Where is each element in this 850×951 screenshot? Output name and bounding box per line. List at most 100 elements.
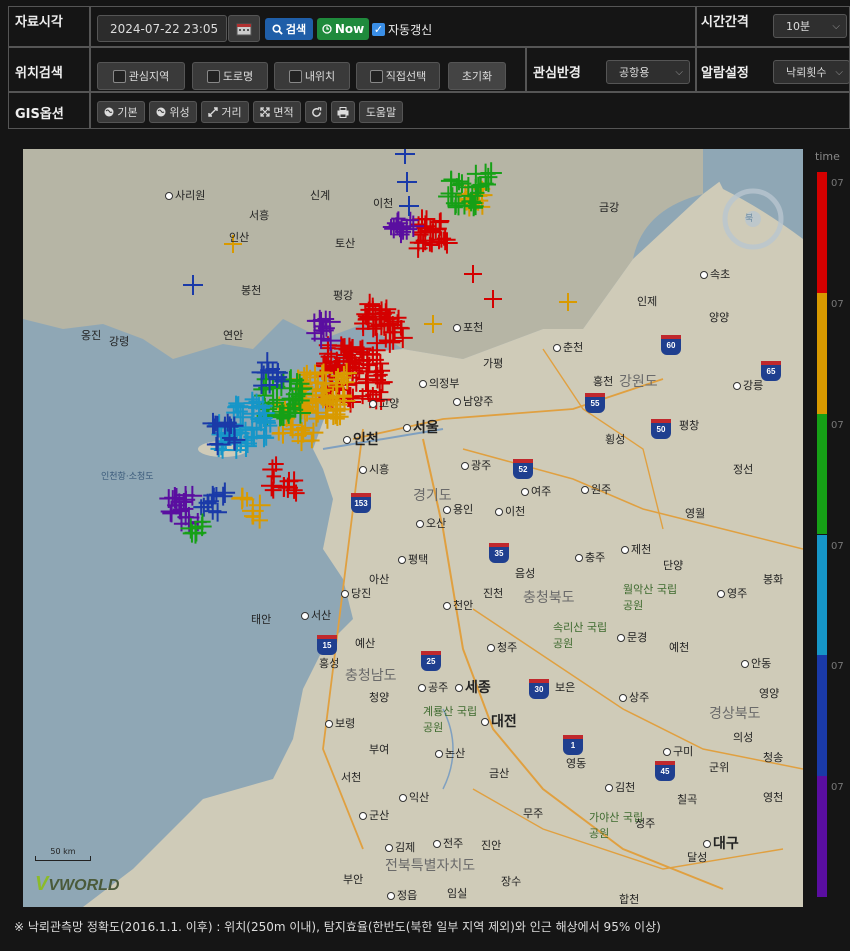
legend-tick-label: 07 bbox=[831, 661, 844, 673]
lightning-strike-marker bbox=[464, 265, 482, 283]
location-search-label: 위치검색 bbox=[15, 66, 63, 81]
lightning-strike-marker bbox=[480, 162, 502, 184]
city-label: 연안 bbox=[223, 329, 244, 342]
place-label: 영동 bbox=[566, 757, 587, 770]
radius-select[interactable]: 공항용 ⌵ bbox=[606, 60, 690, 84]
city-label: 김천 bbox=[605, 779, 635, 795]
legend-tick-label: 07 bbox=[831, 298, 844, 310]
city-label: 공주 bbox=[418, 679, 448, 695]
city-label: 충주 bbox=[575, 549, 605, 565]
route-shield-icon: 35 bbox=[489, 543, 509, 563]
alarm-label: 알람설정 bbox=[701, 66, 749, 81]
city-label: 서흥 bbox=[249, 209, 270, 222]
city-label-major: 대구 bbox=[703, 833, 739, 853]
place-label: 합천 bbox=[619, 893, 640, 906]
reset-button[interactable]: 초기화 bbox=[448, 62, 506, 90]
search-button[interactable]: 검색 bbox=[265, 18, 313, 40]
route-shield-icon: 153 bbox=[351, 493, 371, 513]
city-label: 영주 bbox=[717, 585, 747, 601]
city-label: 당진 bbox=[341, 585, 371, 601]
lightning-strike-marker bbox=[392, 327, 413, 348]
my-location-button[interactable]: 내위치 bbox=[274, 62, 350, 90]
alarm-value: 낙뢰횟수 bbox=[786, 66, 827, 79]
national-park-label: 월악산 국립공원 bbox=[623, 583, 678, 612]
print-icon bbox=[337, 106, 349, 118]
city-label: 가평 bbox=[483, 357, 504, 370]
city-label: 이천 bbox=[373, 197, 394, 210]
place-label: 금산 bbox=[489, 767, 510, 780]
city-label: 금강 bbox=[599, 201, 620, 214]
legend-segment bbox=[817, 776, 827, 897]
direct-select-button[interactable]: 직접선택 bbox=[356, 62, 440, 90]
city-label: 예산 bbox=[355, 637, 376, 650]
alarm-select[interactable]: 낙뢰횟수 ⌵ bbox=[773, 60, 850, 84]
now-button-label: Now bbox=[334, 22, 365, 36]
lightning-map[interactable]: 사리원 서흥 신계 이천 금강 인산 토산 속초 봉천 평강 인제 양양 옹진 … bbox=[23, 149, 803, 907]
interval-label: 시간간격 bbox=[701, 15, 749, 30]
basemap-default-label: 기본 bbox=[117, 106, 138, 119]
route-shield-icon: 15 bbox=[317, 635, 337, 655]
city-label: 김제 bbox=[385, 839, 415, 855]
city-label: 정읍 bbox=[387, 887, 417, 903]
help-button[interactable]: 도움말 bbox=[359, 101, 403, 123]
refresh-button[interactable] bbox=[305, 101, 327, 123]
city-label: 포천 bbox=[453, 319, 483, 335]
city-label: 논산 bbox=[435, 745, 465, 761]
time-legend: time 07 07 07 07 07 07 bbox=[815, 150, 850, 900]
basemap-satellite-button[interactable]: 위성 bbox=[149, 101, 197, 123]
city-label: 청주 bbox=[487, 639, 517, 655]
row3-label-cell: GIS옵션 bbox=[8, 92, 90, 129]
route-shield-icon: 25 bbox=[421, 651, 441, 671]
expand-icon bbox=[260, 107, 270, 117]
control-panel: 자료시각 시간간격 2024-07-22 23:05 검색 Now ✓ 자동갱신… bbox=[8, 6, 850, 129]
city-label-major: 세종 bbox=[455, 677, 491, 697]
place-label: 청송 bbox=[763, 751, 784, 764]
chevron-down-icon: ⌵ bbox=[832, 21, 840, 32]
sea-route-label: 인천항·소청도 bbox=[101, 472, 154, 482]
legend-color-bar bbox=[817, 172, 827, 897]
lightning-strike-marker bbox=[484, 290, 502, 308]
city-label: 홍천 bbox=[593, 375, 614, 388]
place-label: 영양 bbox=[759, 687, 780, 700]
road-name-button[interactable]: 도로명 bbox=[192, 62, 268, 90]
city-label: 인산 bbox=[229, 231, 250, 244]
city-label: 이천 bbox=[495, 503, 525, 519]
lightning-strike-marker bbox=[264, 481, 282, 499]
city-label: 횡성 bbox=[605, 433, 626, 446]
city-label: 천안 bbox=[443, 597, 473, 613]
place-label: 무주 bbox=[523, 807, 544, 820]
radius-value: 공항용 bbox=[619, 66, 650, 79]
route-shield-icon: 50 bbox=[651, 419, 671, 439]
city-label: 평택 bbox=[398, 551, 428, 567]
legend-tick-label: 07 bbox=[831, 540, 844, 552]
route-shield-icon: 30 bbox=[529, 679, 549, 699]
area-button[interactable]: 면적 bbox=[253, 101, 301, 123]
place-label: 홍성 bbox=[319, 657, 340, 670]
my-location-label: 내위치 bbox=[304, 70, 336, 83]
lightning-strike-marker bbox=[395, 149, 415, 164]
distance-button[interactable]: 거리 bbox=[201, 101, 249, 123]
auto-refresh-checkbox[interactable]: ✓ 자동갱신 bbox=[372, 18, 442, 40]
place-label: 의성 bbox=[733, 731, 754, 744]
city-label: 부여 bbox=[369, 743, 390, 756]
route-shield-icon: 45 bbox=[655, 761, 675, 781]
place-label: 아산 bbox=[369, 573, 390, 586]
area-of-interest-button[interactable]: 관심지역 bbox=[97, 62, 185, 90]
basemap-default-button[interactable]: 기본 bbox=[97, 101, 145, 123]
city-label: 여주 bbox=[521, 483, 551, 499]
lightning-strike-marker bbox=[559, 293, 577, 311]
area-of-interest-label: 관심지역 bbox=[128, 70, 170, 83]
calendar-icon[interactable] bbox=[228, 15, 260, 42]
datetime-input[interactable]: 2024-07-22 23:05 bbox=[97, 15, 227, 42]
interval-select[interactable]: 10분 ⌵ bbox=[773, 14, 847, 38]
city-label: 부안 bbox=[343, 873, 364, 886]
print-button[interactable] bbox=[331, 101, 355, 123]
city-label: 군산 bbox=[359, 807, 389, 823]
city-label: 서천 bbox=[341, 771, 362, 784]
legend-segment bbox=[817, 534, 827, 656]
now-button[interactable]: Now bbox=[317, 18, 369, 40]
checkbox-icon bbox=[288, 69, 302, 83]
place-label: 예천 bbox=[669, 641, 690, 654]
province-label: 경기도 bbox=[413, 488, 452, 504]
legend-segment bbox=[817, 413, 827, 535]
